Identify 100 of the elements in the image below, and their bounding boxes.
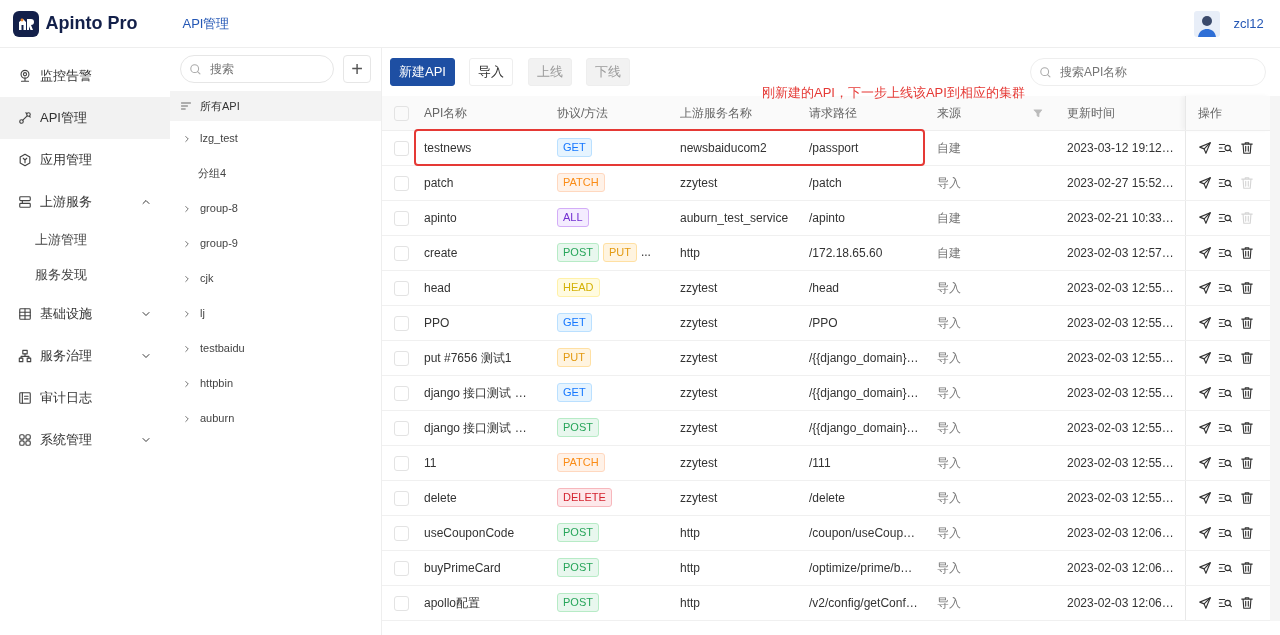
checkbox[interactable] (394, 140, 409, 156)
send-icon[interactable] (1197, 490, 1212, 505)
sidebar-subitem[interactable]: 上游管理 (0, 222, 170, 258)
tree-item[interactable]: 分组4 (170, 156, 381, 191)
method-tag: GET (557, 138, 592, 157)
sidebar-subitem[interactable]: 服务发现 (0, 257, 170, 293)
send-icon[interactable] (1197, 420, 1212, 435)
toolbar-button[interactable]: 导入 (469, 58, 514, 86)
checkbox[interactable] (394, 420, 409, 436)
delete-icon[interactable] (1239, 245, 1254, 260)
delete-icon[interactable] (1239, 315, 1254, 330)
method-tag: GET (557, 383, 592, 402)
upstream-name: http (680, 595, 700, 610)
send-icon[interactable] (1197, 280, 1212, 295)
api-name: 11 (424, 455, 437, 470)
chevron-right-icon (182, 203, 192, 214)
username[interactable]: zcl12 (1233, 13, 1264, 34)
request-path: /passport (809, 140, 859, 155)
tree-item[interactable]: cjk (170, 261, 381, 296)
search-field[interactable]: 搜索 (208, 59, 318, 79)
send-icon[interactable] (1197, 245, 1212, 260)
delete-icon[interactable] (1239, 385, 1254, 400)
sidebar-item[interactable]: 审计日志 (0, 376, 170, 419)
update-time: 2023-02-03 12:57… (1067, 245, 1174, 260)
delete-icon[interactable] (1239, 525, 1254, 540)
api-name: head (424, 280, 451, 295)
delete-icon[interactable] (1239, 595, 1254, 610)
checkbox[interactable] (394, 280, 409, 296)
checkbox[interactable] (394, 560, 409, 576)
update-time: 2023-02-03 12:55… (1067, 490, 1174, 505)
tree-item[interactable]: httpbin (170, 366, 381, 401)
chevron-right-icon (182, 133, 192, 144)
api-name: put #7656 测试1 (424, 350, 512, 365)
update-time: 2023-02-03 12:55… (1067, 420, 1174, 435)
chevron-right-icon (182, 273, 192, 284)
sidebar-item[interactable]: 应用管理 (0, 138, 170, 181)
logo-icon (13, 10, 39, 37)
checkbox[interactable] (394, 175, 409, 191)
sidebar-item[interactable]: 上游服务 (0, 180, 170, 223)
breadcrumb[interactable]: API管理 (182, 13, 230, 34)
upstream-name: zzytest (680, 420, 718, 435)
send-icon[interactable] (1197, 560, 1212, 575)
send-icon[interactable] (1197, 595, 1212, 610)
delete-icon[interactable] (1239, 420, 1254, 435)
search-field[interactable]: 搜索API名称 (1058, 62, 1248, 82)
filter-icon (1033, 107, 1043, 118)
delete-icon[interactable] (1239, 280, 1254, 295)
upstream-name: zzytest (680, 455, 718, 470)
api-name: apollo配置 (424, 595, 481, 610)
delete-icon[interactable] (1239, 455, 1254, 470)
toolbar-button[interactable]: 新建API (390, 58, 455, 86)
api-name: apinto (424, 210, 457, 225)
column-header: 请求路径 (809, 104, 858, 122)
api-name: buyPrimeCard (424, 560, 501, 575)
send-icon[interactable] (1197, 525, 1212, 540)
sidebar-item[interactable]: API管理 (0, 96, 170, 139)
tree-item[interactable]: group-9 (170, 226, 381, 261)
tree-item[interactable]: testbaidu (170, 331, 381, 366)
source-text: 导入 (937, 525, 961, 540)
request-path: /apinto (809, 210, 846, 225)
checkbox[interactable] (394, 455, 409, 471)
delete-icon[interactable] (1239, 560, 1254, 575)
delete-icon[interactable] (1239, 350, 1254, 365)
checkbox[interactable] (394, 315, 409, 331)
source-text: 导入 (937, 385, 961, 400)
upstream-name: auburn_test_service (680, 210, 789, 225)
source-text: 自建 (937, 140, 961, 155)
tree-item[interactable]: lj (170, 296, 381, 331)
request-path: /coupon/useCoup… (809, 525, 916, 540)
update-time: 2023-02-03 12:06… (1067, 560, 1174, 575)
tree-item[interactable]: group-8 (170, 191, 381, 226)
tree-item[interactable]: 所有API (170, 91, 381, 121)
send-icon[interactable] (1197, 315, 1212, 330)
send-icon[interactable] (1197, 140, 1212, 155)
delete-icon[interactable] (1239, 140, 1254, 155)
sidebar-item[interactable]: 监控告警 (0, 54, 170, 97)
add-button[interactable]: + (343, 55, 371, 83)
method-tag: DELETE (557, 488, 612, 507)
checkbox[interactable] (394, 490, 409, 506)
method-tag: PUT (557, 348, 591, 367)
tree-item[interactable]: auburn (170, 401, 381, 436)
api-name: django 接口测试 … (424, 420, 527, 435)
send-icon[interactable] (1197, 350, 1212, 365)
checkbox[interactable] (394, 245, 409, 261)
send-icon[interactable] (1197, 210, 1212, 225)
sidebar-item[interactable]: 系统管理 (0, 418, 170, 461)
update-time: 2023-02-03 12:06… (1067, 595, 1174, 610)
checkbox[interactable] (394, 385, 409, 401)
checkbox[interactable] (394, 210, 409, 226)
send-icon[interactable] (1197, 175, 1212, 190)
sidebar-item[interactable]: 服务治理 (0, 334, 170, 377)
api-name: testnews (424, 140, 472, 155)
checkbox[interactable] (394, 525, 409, 541)
sidebar-item[interactable]: 基础设施 (0, 292, 170, 335)
checkbox[interactable] (394, 350, 409, 366)
send-icon[interactable] (1197, 455, 1212, 470)
send-icon[interactable] (1197, 385, 1212, 400)
tree-item[interactable]: lzg_test (170, 121, 381, 156)
delete-icon[interactable] (1239, 490, 1254, 505)
checkbox[interactable] (394, 595, 409, 611)
